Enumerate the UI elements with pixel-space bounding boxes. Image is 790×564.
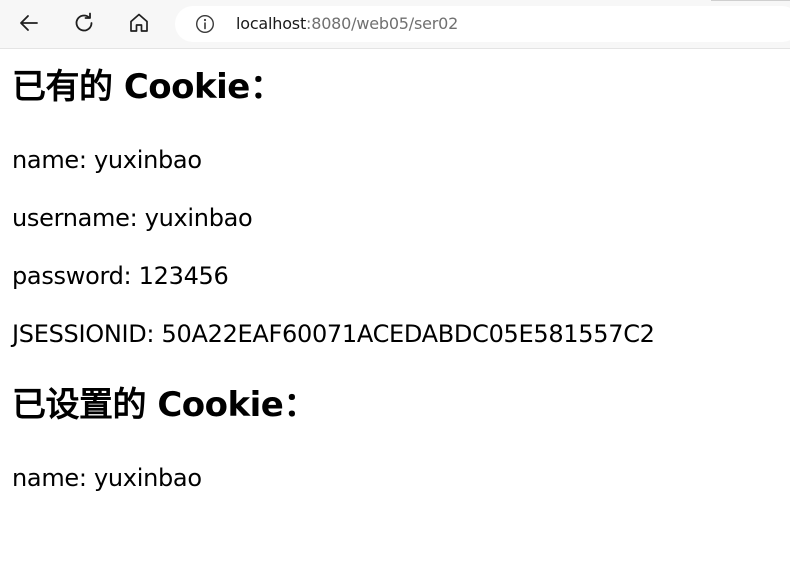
arrow-left-icon <box>20 15 38 31</box>
page-top-edge <box>0 48 790 49</box>
home-icon <box>130 13 148 32</box>
set-cookies-heading: 已设置的 Cookie： <box>12 385 317 425</box>
existing-cookie-item: JSESSIONID: 50A22EAF60071ACEDABDC05E5815… <box>12 320 655 348</box>
url-host: localhost <box>236 14 307 33</box>
back-button[interactable] <box>14 8 44 38</box>
reload-button[interactable] <box>69 8 99 38</box>
address-bar[interactable]: localhost:8080/web05/ser02 <box>175 6 790 42</box>
info-icon[interactable] <box>195 14 215 34</box>
reload-icon <box>75 12 93 32</box>
existing-cookie-item: username: yuxinbao <box>12 204 253 232</box>
url-path: :8080/web05/ser02 <box>306 14 459 33</box>
existing-cookie-item: name: yuxinbao <box>12 146 202 174</box>
home-button[interactable] <box>124 8 154 38</box>
url-text[interactable]: localhost:8080/web05/ser02 <box>236 14 458 34</box>
toolbar-top-divider <box>711 0 790 1</box>
existing-cookies-heading: 已有的 Cookie： <box>12 67 284 107</box>
browser-toolbar: localhost:8080/web05/ser02 <box>0 0 790 48</box>
set-cookie-item: name: yuxinbao <box>12 464 202 492</box>
existing-cookie-item: password: 123456 <box>12 262 229 290</box>
